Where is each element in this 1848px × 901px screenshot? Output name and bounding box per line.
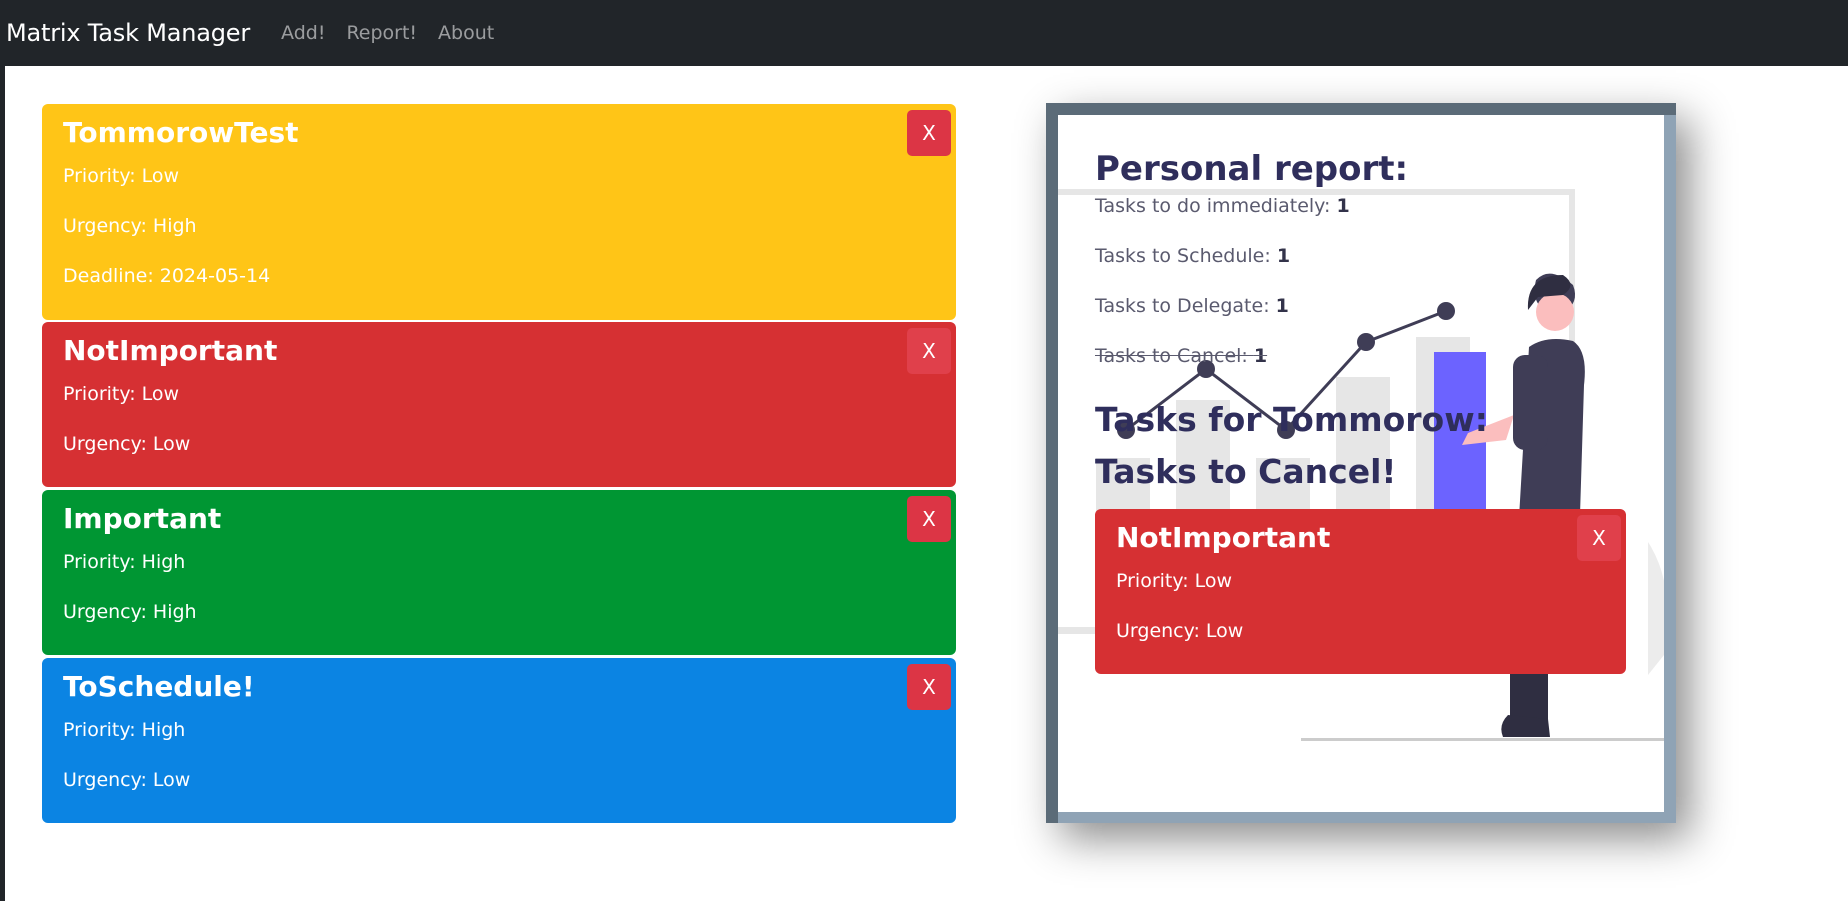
- task-title: NotImportant: [1116, 521, 1331, 554]
- task-urgency: Urgency: High: [63, 601, 197, 623]
- task-card: NotImportant Priority: Low Urgency: Low …: [42, 322, 956, 487]
- delete-task-button[interactable]: X: [907, 496, 951, 542]
- task-title: Important: [63, 502, 222, 535]
- stat-count: 1: [1253, 345, 1268, 367]
- task-priority: Priority: Low: [63, 383, 180, 405]
- stat-label: Tasks to Delegate:: [1095, 295, 1276, 317]
- task-urgency: Urgency: Low: [63, 433, 191, 455]
- delete-task-button[interactable]: X: [1577, 515, 1621, 561]
- task-priority: Priority: High: [63, 551, 186, 573]
- task-title: ToSchedule!: [63, 670, 255, 703]
- stat-label: Tasks to Schedule:: [1095, 245, 1277, 267]
- stat-cancel: Tasks to Cancel: 1: [1095, 345, 1267, 367]
- task-card: TommorowTest Priority: Low Urgency: High…: [42, 104, 956, 320]
- task-card: ToSchedule! Priority: High Urgency: Low …: [42, 658, 956, 823]
- task-priority: Priority: High: [63, 719, 186, 741]
- stat-label: Tasks to do immediately:: [1095, 195, 1337, 217]
- task-urgency: Urgency: Low: [63, 769, 191, 791]
- delete-task-button[interactable]: X: [907, 664, 951, 710]
- task-card: Important Priority: High Urgency: High X: [42, 490, 956, 655]
- stat-count: 1: [1276, 245, 1291, 267]
- stat-label: Tasks to Cancel:: [1095, 345, 1254, 367]
- delete-task-button[interactable]: X: [907, 328, 951, 374]
- task-title: TommorowTest: [63, 116, 299, 149]
- stat-delegate: Tasks to Delegate: 1: [1095, 295, 1289, 317]
- report-title: Personal report:: [1095, 149, 1409, 189]
- nav-link-add[interactable]: Add!: [281, 22, 325, 44]
- stat-count: 1: [1336, 195, 1350, 217]
- task-urgency: Urgency: Low: [1116, 620, 1244, 642]
- tomorrow-heading: Tasks for Tommorow:: [1095, 400, 1488, 439]
- cancel-heading: Tasks to Cancel!: [1095, 452, 1397, 491]
- delete-task-button[interactable]: X: [907, 110, 951, 156]
- stat-count: 1: [1275, 295, 1289, 317]
- report-panel: Personal report: Tasks to do immediately…: [1046, 103, 1676, 823]
- stat-schedule: Tasks to Schedule: 1: [1095, 245, 1290, 267]
- task-priority: Priority: Low: [1116, 570, 1233, 592]
- window-edge: [0, 0, 5, 901]
- task-priority: Priority: Low: [63, 165, 180, 187]
- brand-title[interactable]: Matrix Task Manager: [6, 19, 250, 47]
- nav-link-about[interactable]: About: [438, 22, 494, 44]
- report-content: Personal report: Tasks to do immediately…: [1058, 115, 1664, 812]
- task-title: NotImportant: [63, 334, 278, 367]
- stat-immediate: Tasks to do immediately: 1: [1095, 195, 1350, 217]
- task-deadline: Deadline: 2024-05-14: [63, 265, 271, 287]
- nav-link-report[interactable]: Report!: [346, 22, 417, 44]
- navbar: Matrix Task Manager Add! Report! About: [0, 0, 1848, 66]
- task-urgency: Urgency: High: [63, 215, 197, 237]
- cancel-task-card: NotImportant Priority: Low Urgency: Low …: [1095, 509, 1626, 674]
